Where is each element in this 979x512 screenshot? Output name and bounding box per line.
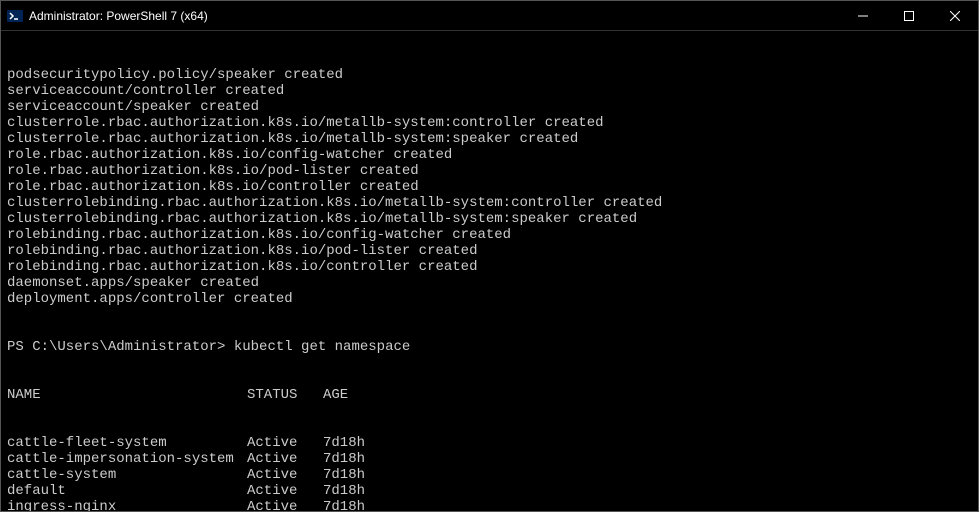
output-line: clusterrole.rbac.authorization.k8s.io/me…: [7, 131, 972, 147]
powershell-icon: [7, 8, 23, 24]
output-line: role.rbac.authorization.k8s.io/config-wa…: [7, 147, 972, 163]
cell-status: Active: [247, 451, 323, 467]
output-line: clusterrolebinding.rbac.authorization.k8…: [7, 195, 972, 211]
cell-age: 7d18h: [323, 483, 403, 499]
command-text: kubectl get namespace: [234, 339, 410, 355]
output-line: rolebinding.rbac.authorization.k8s.io/co…: [7, 259, 972, 275]
table-row: defaultActive7d18h: [7, 483, 972, 499]
cell-name: cattle-fleet-system: [7, 435, 247, 451]
output-line: serviceaccount/speaker created: [7, 99, 972, 115]
cell-age: 7d18h: [323, 467, 403, 483]
minimize-button[interactable]: [840, 1, 886, 30]
prompt-line: PS C:\Users\Administrator> kubectl get n…: [7, 339, 972, 355]
close-button[interactable]: [932, 1, 978, 30]
powershell-window: Administrator: PowerShell 7 (x64) podsec…: [0, 0, 979, 512]
header-status: STATUS: [247, 387, 323, 403]
table-row: cattle-fleet-systemActive7d18h: [7, 435, 972, 451]
output-line: daemonset.apps/speaker created: [7, 275, 972, 291]
table-body: cattle-fleet-systemActive7d18hcattle-imp…: [7, 435, 972, 511]
prompt-text: PS C:\Users\Administrator>: [7, 339, 234, 355]
cell-status: Active: [247, 483, 323, 499]
window-controls: [840, 1, 978, 30]
window-title: Administrator: PowerShell 7 (x64): [29, 9, 840, 23]
cell-name: cattle-system: [7, 467, 247, 483]
terminal-content[interactable]: podsecuritypolicy.policy/speaker created…: [1, 31, 978, 511]
cell-name: ingress-nginx: [7, 499, 247, 511]
cell-name: cattle-impersonation-system: [7, 451, 247, 467]
cell-age: 7d18h: [323, 499, 403, 511]
output-line: rolebinding.rbac.authorization.k8s.io/po…: [7, 243, 972, 259]
maximize-button[interactable]: [886, 1, 932, 30]
output-line: clusterrole.rbac.authorization.k8s.io/me…: [7, 115, 972, 131]
cell-name: default: [7, 483, 247, 499]
output-line: role.rbac.authorization.k8s.io/pod-liste…: [7, 163, 972, 179]
output-line: rolebinding.rbac.authorization.k8s.io/co…: [7, 227, 972, 243]
header-age: AGE: [323, 387, 403, 403]
table-header: NAMESTATUSAGE: [7, 387, 972, 403]
titlebar: Administrator: PowerShell 7 (x64): [1, 1, 978, 31]
table-row: cattle-impersonation-systemActive7d18h: [7, 451, 972, 467]
table-row: ingress-nginxActive7d18h: [7, 499, 972, 511]
output-line: clusterrolebinding.rbac.authorization.k8…: [7, 211, 972, 227]
cell-status: Active: [247, 499, 323, 511]
header-name: NAME: [7, 387, 247, 403]
command-output: podsecuritypolicy.policy/speaker created…: [7, 67, 972, 307]
cell-status: Active: [247, 435, 323, 451]
cell-status: Active: [247, 467, 323, 483]
cell-age: 7d18h: [323, 451, 403, 467]
cell-age: 7d18h: [323, 435, 403, 451]
table-row: cattle-systemActive7d18h: [7, 467, 972, 483]
output-line: deployment.apps/controller created: [7, 291, 972, 307]
output-line: podsecuritypolicy.policy/speaker created: [7, 67, 972, 83]
output-line: role.rbac.authorization.k8s.io/controlle…: [7, 179, 972, 195]
output-line: serviceaccount/controller created: [7, 83, 972, 99]
